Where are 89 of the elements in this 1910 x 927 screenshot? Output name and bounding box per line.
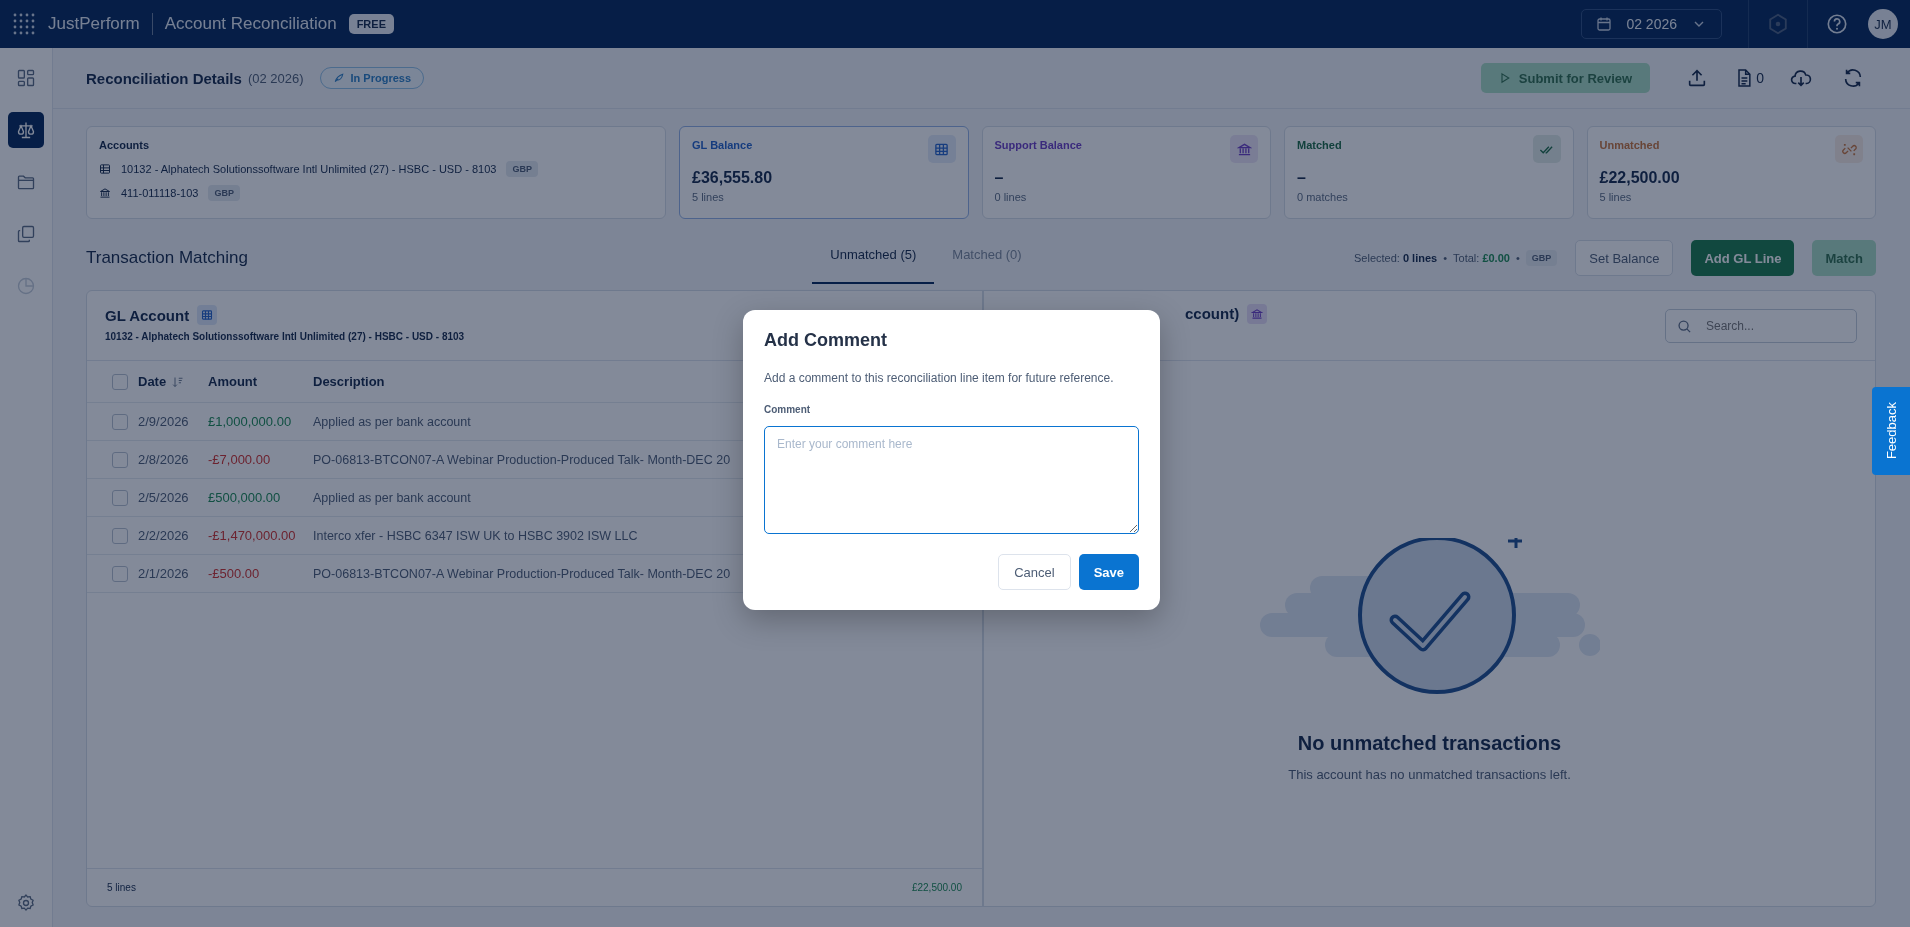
- description-cell: PO-06813-BTCON07-A Webinar Production-Produced Talk- Month-DEC 20: [313, 452, 731, 467]
- column-header[interactable]: Amount: [208, 374, 313, 389]
- bank-icon: [99, 187, 111, 199]
- line-count: 5 lines: [107, 882, 136, 893]
- calendar-icon: [1596, 16, 1613, 32]
- empty-state-message: This account has no unmatched transactions left.: [1288, 767, 1571, 782]
- search-icon: [1677, 318, 1692, 334]
- cloud-download-icon[interactable]: [1790, 67, 1812, 89]
- panel-subtitle: 10132 - Alphatech Solutionssoftware Intl Unlimited (27) - HSBC - USD - 8103: [105, 331, 465, 342]
- cancel-button[interactable]: Cancel: [998, 554, 1071, 590]
- currency-tag: GBP: [1525, 250, 1558, 266]
- help-icon[interactable]: [1826, 13, 1848, 35]
- balance-value: £36,555.80: [692, 169, 774, 187]
- card-label: Matched: [1297, 139, 1342, 151]
- balance-value: –: [1297, 169, 1307, 187]
- empty-state-title: No unmatched transactions: [1297, 732, 1562, 755]
- table-icon: [197, 305, 218, 325]
- selection-total: Total: £0.00: [1453, 252, 1510, 264]
- description-cell: PO-06813-BTCON07-A Webinar Production-Produced Talk- Month-DEC 20: [313, 566, 731, 581]
- separator-dot: •: [1443, 252, 1447, 264]
- plan-badge: FREE: [348, 14, 394, 34]
- selection-count: Selected: 0 lines: [1354, 252, 1438, 264]
- panel-title: GL Account: [105, 306, 190, 324]
- action-button[interactable]: Add GL Line: [1691, 240, 1795, 276]
- description-cell: Interco xfer - HSBC 6347 ISW UK to HSBC 3902 ISW LLC: [313, 528, 638, 543]
- row-checkbox[interactable]: [112, 489, 128, 506]
- balance-value: £22,500.00: [1599, 169, 1681, 187]
- description-cell: Applied as per bank account: [313, 414, 471, 429]
- brand-name: JustPerform: [48, 14, 140, 34]
- card-label: GL Balance: [692, 139, 753, 151]
- column-header[interactable]: Date: [138, 374, 208, 389]
- balance-detail: 5 lines: [1599, 191, 1633, 203]
- account-name: 411-011118-103: [121, 187, 199, 199]
- dialog-description: Add a comment to this reconciliation line item for future reference.: [764, 371, 1115, 385]
- sort-icon[interactable]: [172, 375, 185, 388]
- app-title: Account Reconciliation: [164, 14, 337, 34]
- row-checkbox[interactable]: [112, 413, 128, 430]
- currency-tag: GBP: [506, 161, 538, 177]
- amount-cell-text: £500,000.00: [208, 490, 282, 505]
- row-checkbox[interactable]: [112, 451, 128, 468]
- documents-button[interactable]: 0: [1734, 68, 1764, 88]
- play-icon: [1498, 72, 1511, 84]
- page-period: (02 2026): [247, 70, 304, 86]
- balance-detail: 5 lines: [692, 191, 725, 203]
- dot-grid-logo-icon: [12, 12, 36, 36]
- separator-dot: •: [1515, 252, 1520, 264]
- currency-tag: GBP: [208, 185, 240, 201]
- comment-field[interactable]: Enter your comment here: [764, 426, 1139, 534]
- table-icon: [99, 163, 111, 175]
- settings-icon[interactable]: [16, 893, 36, 913]
- balance-detail: 0 lines: [994, 191, 1028, 203]
- user-avatar[interactable]: JM: [1868, 9, 1898, 39]
- nav-scale-icon[interactable]: [8, 112, 44, 148]
- section-title: Transaction Matching: [86, 248, 248, 268]
- amount-cell-text: £1,000,000.00: [208, 414, 293, 429]
- feedback-tab[interactable]: Feedback: [1872, 387, 1910, 475]
- save-button[interactable]: Save: [1078, 554, 1139, 590]
- tab[interactable]: Matched (0): [934, 232, 1040, 284]
- account-name: 10132 - Alphatech Solutionssoftware Intl Unlimited (27) - HSBC - USD - 8103: [121, 163, 497, 175]
- amount-cell-text: -£7,000.00: [208, 452, 272, 467]
- card-label: Unmatched: [1599, 139, 1660, 151]
- card-label: Support Balance: [994, 139, 1082, 151]
- date-cell-text: 2/2/2026: [138, 528, 190, 543]
- description-cell: Applied as per bank account: [313, 490, 471, 505]
- amount-cell-text: -£1,470,000.00: [208, 528, 297, 543]
- period-picker[interactable]: 02 2026: [1581, 9, 1722, 39]
- date-cell-text: 2/9/2026: [138, 414, 190, 429]
- page-title: Reconciliation Details: [86, 69, 242, 87]
- column-header[interactable]: Description: [313, 374, 385, 389]
- select-all-checkbox[interactable]: [112, 373, 128, 390]
- action-button[interactable]: Set Balance: [1575, 240, 1674, 276]
- date-cell-text: 2/5/2026: [138, 490, 190, 505]
- date-cell-text: 2/1/2026: [138, 566, 190, 581]
- balance-value: –: [994, 169, 1005, 187]
- tab[interactable]: Unmatched (5): [812, 232, 935, 284]
- date-cell-text: 2/8/2026: [138, 452, 190, 467]
- status-badge: In Progress: [319, 67, 425, 89]
- card-label: Accounts: [99, 139, 151, 151]
- search-field[interactable]: Search...: [1665, 308, 1857, 343]
- row-checkbox[interactable]: [112, 565, 128, 582]
- field-label: Comment: [764, 404, 812, 415]
- dialog-title: Add Comment: [764, 330, 888, 351]
- row-checkbox[interactable]: [112, 527, 128, 544]
- footer-total: £22,500.00: [911, 882, 962, 893]
- balance-detail: 0 matches: [1297, 191, 1349, 203]
- refresh-icon[interactable]: [1842, 67, 1864, 89]
- bank-icon: [1247, 303, 1268, 324]
- panel-title: ccount): [1185, 305, 1240, 322]
- amount-cell-text: -£500.00: [208, 566, 261, 581]
